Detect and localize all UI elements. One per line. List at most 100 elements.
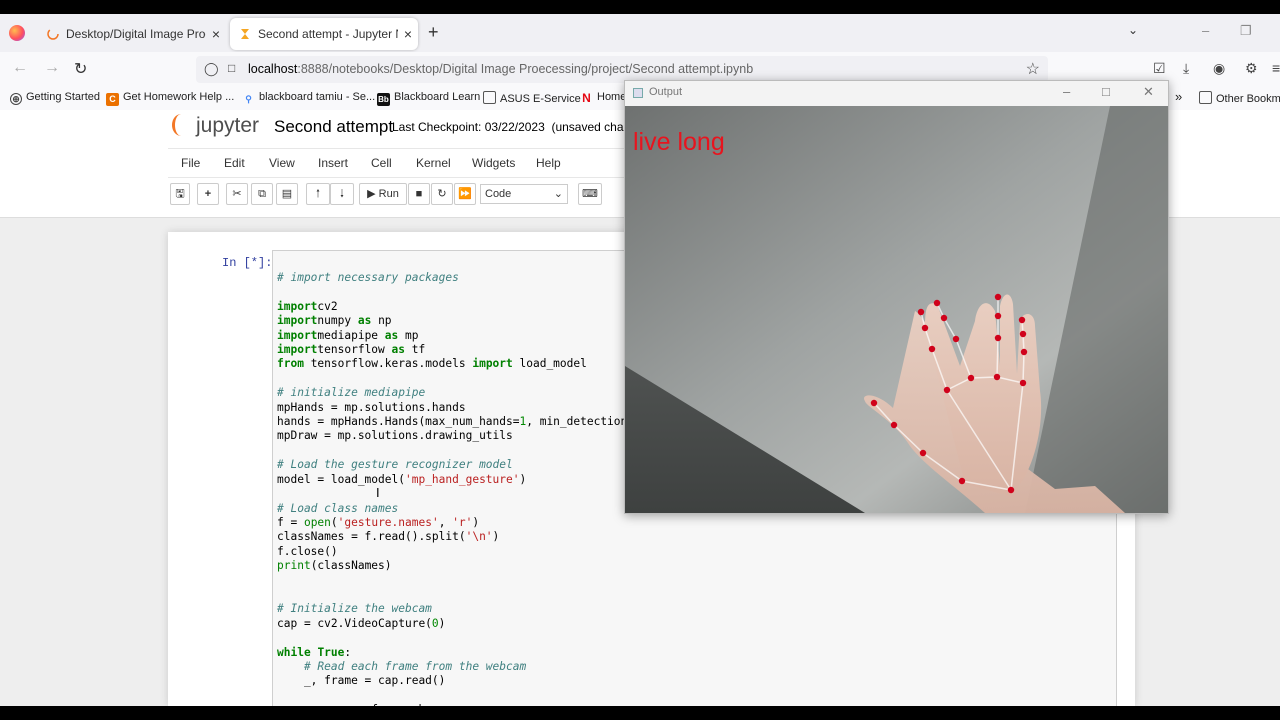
menu-file[interactable]: File (181, 156, 200, 170)
menu-edit[interactable]: Edit (224, 156, 245, 170)
jupyter-logo[interactable]: jupyter (172, 114, 259, 138)
landmark-point (870, 399, 878, 407)
landmark-point (933, 299, 941, 307)
landmark-point (1007, 486, 1015, 494)
folder-icon (1199, 91, 1212, 104)
close-icon[interactable]: × (212, 18, 220, 50)
firefox-icon[interactable] (9, 25, 25, 41)
jupyter-logo-icon (172, 114, 190, 136)
code-line: # Read each frame from the webcam (277, 659, 527, 673)
run-button[interactable]: ▶ Run (359, 183, 407, 205)
menu-kernel[interactable]: Kernel (416, 156, 451, 170)
close-icon[interactable]: × (404, 18, 412, 50)
account-icon[interactable]: ◉ (1213, 60, 1225, 77)
code-line: f.close() (277, 544, 338, 558)
back-icon[interactable]: ← (12, 59, 28, 77)
landmark-point (940, 314, 948, 322)
bookmark-other[interactable]: Other Bookmarks (1199, 91, 1280, 105)
code-line: while True: (277, 645, 352, 659)
menu-help[interactable]: Help (536, 156, 561, 170)
copy-icon[interactable]: ⧉ (251, 183, 273, 205)
landmark-point (994, 334, 1002, 342)
bookmarks-overflow-icon[interactable]: » (1175, 89, 1182, 104)
landmark-point (919, 449, 927, 457)
forward-icon[interactable]: → (44, 59, 60, 77)
landmark-point (994, 293, 1002, 301)
minimize-icon[interactable]: – (1202, 23, 1209, 38)
bookmark-getting-started[interactable]: ⊕ Getting Started (10, 91, 100, 105)
page-icon[interactable]: □ (228, 61, 235, 75)
menu-insert[interactable]: Insert (318, 156, 348, 170)
landmark-point (1018, 316, 1026, 324)
bookmark-asus[interactable]: ASUS E-Service (483, 91, 581, 105)
shield-icon[interactable]: ◯ (204, 61, 219, 77)
insert-cell-icon[interactable]: + (197, 183, 219, 205)
code-line: # Initialize the webcam (277, 602, 432, 616)
code-line: mpHands = mp.solutions.hands (277, 400, 466, 414)
keyboard-icon[interactable]: ⌨ (578, 183, 602, 205)
globe-icon: ⊕ (10, 93, 22, 105)
stop-icon[interactable]: ■ (408, 183, 430, 205)
restore-icon[interactable]: ❐ (1240, 23, 1252, 39)
paste-icon[interactable]: ▤ (276, 183, 298, 205)
checkpoint-status: Last Checkpoint: 03/22/2023 (unsaved cha… (392, 120, 644, 134)
close-icon[interactable]: ✕ (1143, 84, 1154, 100)
code-editor[interactable]: # import necessary packages importcv2 imp… (277, 271, 634, 706)
folder-icon (483, 91, 496, 104)
netflix-icon: N (582, 91, 591, 105)
menu-view[interactable]: View (269, 156, 295, 170)
save-icon[interactable]: 🖫 (170, 183, 190, 205)
url-text[interactable]: localhost:8888/notebooks/Desktop/Digital… (248, 62, 753, 76)
minimize-icon[interactable]: – (1063, 84, 1070, 99)
loading-icon (47, 28, 59, 40)
chevron-down-icon[interactable]: ⌄ (1128, 23, 1138, 37)
pocket-icon[interactable]: ☑ (1153, 60, 1166, 77)
move-up-icon[interactable]: 🠑 (306, 183, 330, 205)
cell-type-select[interactable]: Code ⌄ (480, 184, 568, 204)
code-line: importnumpy as np (277, 314, 392, 328)
url-bar[interactable]: ◯ □ localhost:8888/notebooks/Desktop/Dig… (196, 56, 1048, 83)
reload-icon[interactable]: ↻ (74, 59, 87, 79)
code-line: importmediapipe as mp (277, 328, 419, 342)
bookmark-home[interactable]: N Home (580, 91, 626, 105)
menu-cell[interactable]: Cell (371, 156, 392, 170)
bookmark-blackboard-learn[interactable]: Bb Blackboard Learn (377, 91, 480, 106)
extensions-icon[interactable]: ⚙ (1245, 60, 1258, 77)
search-icon: ⚲ (245, 94, 252, 104)
output-window[interactable]: Output – □ ✕ live long (624, 80, 1169, 514)
menu-widgets[interactable]: Widgets (472, 156, 515, 170)
landmark-point (943, 386, 951, 394)
window-icon (633, 88, 643, 98)
landmark-connection (1022, 351, 1025, 384)
move-down-icon[interactable]: 🠓 (330, 183, 354, 205)
cut-icon[interactable]: ✂ (226, 183, 248, 205)
maximize-icon[interactable]: □ (1102, 84, 1110, 99)
output-window-titlebar[interactable]: Output – □ ✕ (625, 81, 1168, 106)
tab-project-folder[interactable]: Desktop/Digital Image Proecessing/projec… (38, 18, 226, 50)
download-icon[interactable]: ⤓ (1183, 60, 1189, 77)
chevron-down-icon: ⌄ (553, 188, 563, 200)
code-line: # Load the gesture recognizer model (277, 458, 513, 472)
notebook-title[interactable]: Second attempt (274, 117, 393, 137)
code-line: _, frame = cap.read() (277, 674, 446, 688)
screen: Desktop/Digital Image Proecessing/projec… (0, 14, 1280, 706)
restart-icon[interactable]: ↻ (431, 183, 453, 205)
webcam-frame: live long (625, 106, 1168, 513)
blackboard-icon: Bb (377, 93, 390, 106)
tab-second-attempt[interactable]: Second attempt - Jupyter Notebook × (230, 18, 418, 50)
bookmark-homework-help[interactable]: C Get Homework Help ... (106, 91, 234, 106)
code-line: print(classNames) (277, 559, 392, 573)
tab-label: Second attempt - Jupyter Notebook (258, 27, 398, 41)
menu-icon[interactable]: ≡ (1272, 60, 1280, 76)
code-line: cap = cv2.VideoCapture(0) (277, 616, 446, 630)
bookmark-star-icon[interactable]: ☆ (1026, 59, 1040, 79)
landmark-connection (970, 376, 998, 379)
new-tab-button[interactable]: + (428, 22, 439, 43)
fast-forward-icon[interactable]: ⏩ (454, 183, 476, 205)
chegg-icon: C (106, 93, 119, 106)
play-icon: ▶ (367, 188, 376, 200)
code-line: f = open('gesture.names', 'r') (277, 515, 480, 529)
bookmark-blackboard-search[interactable]: ⚲ blackboard tamiu - Se... (242, 91, 375, 106)
